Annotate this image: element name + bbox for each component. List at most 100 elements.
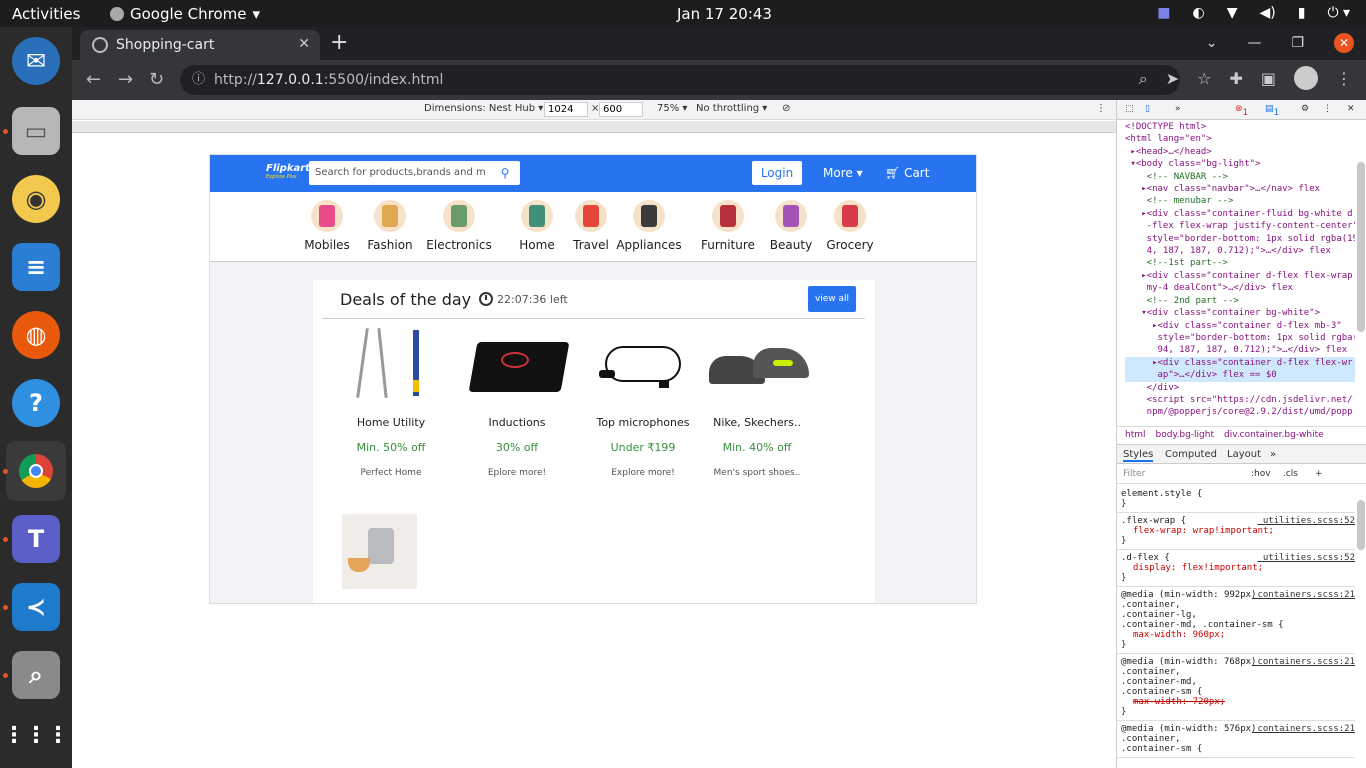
category-grocery[interactable]: Grocery (815, 200, 885, 252)
dom-node-line[interactable]: ap">…</div> flex == $0 (1125, 369, 1355, 382)
libreoffice-writer-icon[interactable]: ≡ (12, 243, 60, 291)
rule-property[interactable]: max-width: 960px; (1121, 630, 1351, 640)
dom-node-line[interactable]: 94, 187, 187, 0.712);">…</div> flex (1125, 344, 1355, 356)
category-electronics[interactable]: Electronics (424, 200, 494, 252)
device-more-icon[interactable]: ⋮ (1096, 103, 1106, 114)
menu-icon[interactable]: ⋮ (1336, 69, 1352, 90)
minimize-button[interactable]: — (1247, 35, 1261, 51)
search-input[interactable]: Search for products,brands and m ⚲ (309, 161, 520, 185)
power-icon[interactable]: ⏻ ▾ (1327, 5, 1350, 21)
dom-node-line[interactable]: 4, 187, 187, 0.712);">…</div> flex (1125, 245, 1355, 257)
device-toggle-icon[interactable]: ▯ (1145, 104, 1150, 114)
cart-link[interactable]: 🛒︎ Cart (885, 166, 929, 180)
clock[interactable]: Jan 17 20:43 (677, 5, 772, 23)
system-tray[interactable]: ■ ◐ ▼ ◀) ▮ ⏻ ▾ (1157, 5, 1350, 21)
style-rule[interactable]: element.style {} (1117, 486, 1355, 513)
product-card[interactable]: Inductions 30% off Eplore more! (461, 326, 573, 478)
rule-source-link[interactable]: _containers.scss:21 (1252, 590, 1355, 600)
dom-node-line[interactable]: ▾<body class="bg-light"> (1125, 158, 1355, 170)
dom-node-line[interactable]: -flex flex-wrap justify-content-center" (1125, 220, 1355, 232)
error-count[interactable]: ⊗ 1 (1235, 104, 1248, 118)
dom-node-line[interactable]: ▸<nav class="navbar">…</nav> flex (1125, 183, 1355, 195)
dom-scrollbar[interactable] (1357, 162, 1365, 332)
styles-filter-input[interactable]: Filter :hov .cls + (1117, 466, 1366, 484)
product-card[interactable]: Top microphones Under ₹199 Explore more! (587, 326, 699, 478)
view-all-button[interactable]: view all (808, 286, 856, 312)
firefox-icon[interactable]: ◍ (12, 311, 60, 359)
message-count[interactable]: ▤ 1 (1265, 104, 1279, 118)
breadcrumb-item[interactable]: div.container.bg-white (1224, 430, 1324, 440)
device-dimensions-select[interactable]: Dimensions: Nest Hub ▾ (424, 103, 543, 114)
login-button[interactable]: Login (752, 161, 802, 185)
dom-node-line[interactable]: ▸<div class="container d-flex flex-wrap (1125, 270, 1355, 282)
app-menu[interactable]: Google Chrome ▾ (110, 5, 260, 23)
dom-node-line[interactable]: ▸<head>…</head> (1125, 146, 1355, 158)
close-devtools-icon[interactable]: ✕ (1347, 104, 1355, 114)
night-light-icon[interactable]: ◐ (1192, 5, 1204, 21)
rule-property[interactable]: max-width: 720px; (1121, 697, 1351, 707)
volume-icon[interactable]: ◀) (1259, 5, 1275, 21)
address-bar[interactable]: ⓘ http://127.0.0.1:5500/index.html (180, 65, 1180, 95)
settings-gear-icon[interactable]: ⚙ (1301, 104, 1309, 114)
teams-tray-icon[interactable]: ■ (1157, 5, 1170, 21)
image-viewer-icon[interactable]: ⌕ (12, 651, 60, 699)
style-rule[interactable]: .d-flex {_utilities.scss:52 display: flex… (1117, 550, 1355, 587)
cls-toggle[interactable]: .cls (1283, 469, 1298, 479)
microphone-icon[interactable]: ▮ (1298, 5, 1306, 21)
show-apps-icon[interactable]: ⋮⋮⋮ (3, 711, 69, 759)
hov-toggle[interactable]: :hov (1251, 469, 1271, 479)
more-panels-icon[interactable]: » (1270, 449, 1276, 460)
device-width-input[interactable] (544, 102, 588, 117)
rotate-icon[interactable]: ⊘ (782, 103, 790, 114)
dom-node-line[interactable]: <!-- 2nd part --> (1125, 295, 1355, 307)
wifi-icon[interactable]: ▼ (1227, 5, 1238, 21)
new-tab-button[interactable]: + (330, 30, 348, 55)
thunderbird-icon[interactable]: ✉ (12, 37, 60, 85)
breadcrumb-item[interactable]: body.bg-light (1156, 430, 1214, 440)
kettle-product-image[interactable] (342, 514, 417, 589)
activities-button[interactable]: Activities (12, 5, 80, 23)
close-tab-icon[interactable]: ✕ (298, 36, 310, 52)
forward-icon[interactable]: → (118, 69, 133, 90)
devtools-menu-icon[interactable]: ⋮ (1323, 104, 1332, 114)
flipkart-logo[interactable]: Flipkart Explore Plus (266, 164, 310, 182)
style-rule[interactable]: @media (min-width: 768px) .container, .c… (1117, 654, 1355, 721)
files-icon[interactable]: ▭ (12, 107, 60, 155)
zoom-icon[interactable]: ⌕ (1139, 69, 1148, 90)
style-rule[interactable]: .flex-wrap {_utilities.scss:52 flex-wrap:… (1117, 513, 1355, 550)
dom-node-line[interactable]: my-4 dealCont">…</div> flex (1125, 282, 1355, 294)
dom-node-line[interactable]: <html lang="en"> (1125, 133, 1355, 145)
new-rule-icon[interactable]: + (1315, 469, 1323, 479)
dom-node-line[interactable]: style="border-bottom: 1px solid rgba(1 (1125, 332, 1356, 344)
rule-source-link[interactable]: _containers.scss:21 (1252, 724, 1355, 734)
more-tabs-icon[interactable]: » (1175, 104, 1181, 114)
vscode-icon[interactable]: ≺ (12, 583, 60, 631)
breadcrumb-item[interactable]: html (1125, 430, 1146, 440)
rule-source-link[interactable]: _containers.scss:21 (1252, 657, 1355, 667)
dom-node-line[interactable]: </div> (1125, 382, 1355, 394)
tab-layout[interactable]: Layout (1227, 449, 1261, 460)
search-icon[interactable]: ⚲ (490, 161, 520, 185)
google-chrome-icon[interactable] (6, 441, 66, 501)
category-fashion[interactable]: Fashion (355, 200, 425, 252)
category-mobiles[interactable]: Mobiles (292, 200, 362, 252)
product-card[interactable]: Home Utility Min. 50% off Perfect Home (335, 326, 447, 478)
extensions-icon[interactable]: ✚ (1229, 69, 1242, 90)
dom-node-line[interactable]: <!-- menubar --> (1125, 195, 1355, 207)
dom-node-line[interactable]: <script src="https://cdn.jsdelivr.net/ (1125, 394, 1355, 406)
teams-icon[interactable]: T (12, 515, 60, 563)
dom-node-line[interactable]: ▸<div class="container-fluid bg-white d (1125, 208, 1355, 220)
style-rule[interactable]: @media (min-width: 576px) .container, .c… (1117, 721, 1355, 758)
dom-node-line[interactable]: ▸<div class="container d-flex mb-3" (1125, 320, 1355, 332)
dom-node-line[interactable]: <!DOCTYPE html> (1125, 121, 1355, 133)
media-query-ruler[interactable] (72, 121, 1116, 133)
maximize-button[interactable]: ❐ (1291, 35, 1304, 51)
style-rule[interactable]: @media (min-width: 992px) .container, .c… (1117, 587, 1355, 654)
dom-node-line[interactable]: style="border-bottom: 1px solid rgba(19 (1125, 233, 1355, 245)
rhythmbox-icon[interactable]: ◉ (12, 175, 60, 223)
device-height-input[interactable] (599, 102, 643, 117)
back-icon[interactable]: ← (86, 69, 101, 90)
rule-property[interactable]: display: flex!important; (1121, 563, 1351, 573)
category-furniture[interactable]: Furniture (693, 200, 763, 252)
dom-node-line[interactable]: npm/@popperjs/core@2.9.2/dist/umd/popp (1125, 406, 1355, 418)
